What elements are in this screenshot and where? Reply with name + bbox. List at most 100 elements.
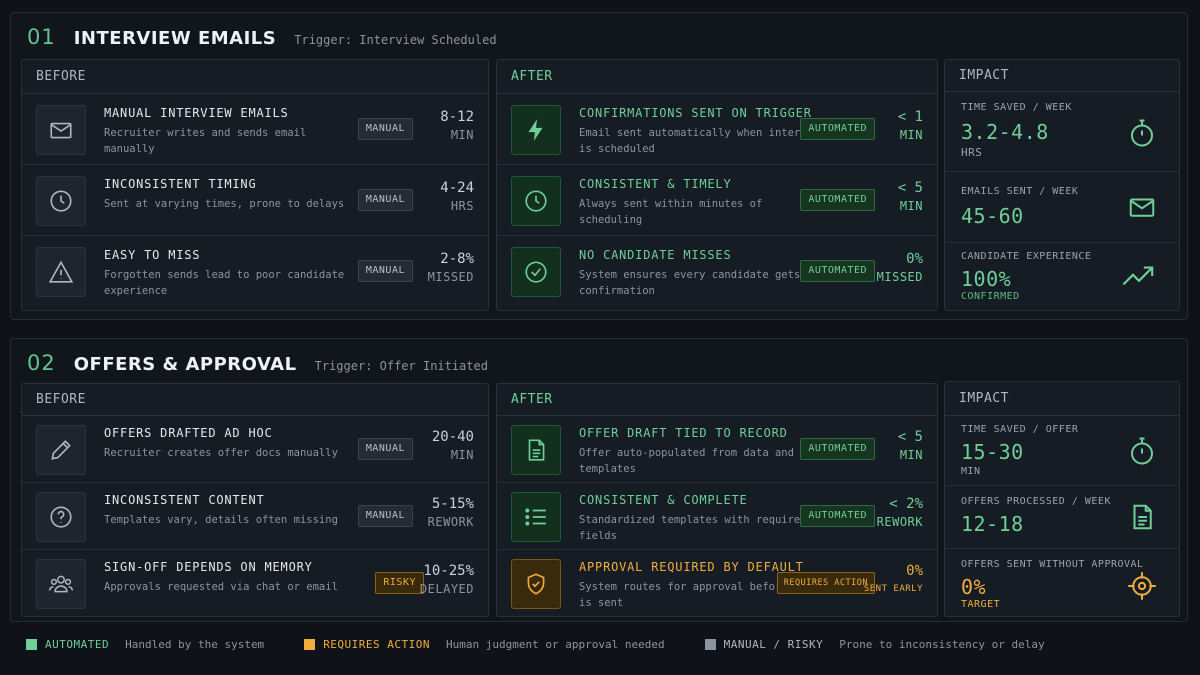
metric-unit: SENT EARLY [863,584,923,594]
stopwatch-icon [1131,437,1153,465]
impact-value: 45-60 [961,204,1024,228]
impact-panel: IMPACT TIME SAVED / WEEK 3.2-4.8 HRS EMA… [944,59,1180,311]
before-row: EASY TO MISS Forgotten sends lead to poor… [22,236,488,307]
after-row: OFFER DRAFT TIED TO RECORD Offer auto-pop… [497,416,937,483]
row-desc: Recruiter writes and sends email manuall… [104,127,307,155]
impact-label: OFFERS PROCESSED / WEEK [961,496,1111,507]
after-panel-title: AFTER [497,384,937,416]
metric-value: < 2% [889,496,923,512]
impact-row: OFFERS SENT WITHOUT APPROVAL 0% TARGET [945,549,1179,616]
metric-unit: MIN [450,128,474,142]
stopwatch-icon [1131,119,1153,147]
impact-label: OFFERS SENT WITHOUT APPROVAL [961,559,1144,570]
metric-unit: REWORK [427,515,474,529]
metric-value: 8-12 [440,109,474,125]
status-badge: MANUAL [357,118,413,140]
before-row: SIGN-OFF DEPENDS ON MEMORY Approvals requ… [22,550,488,617]
row-title: MANUAL INTERVIEW EMAILS [104,106,289,120]
row-desc: Always sent within minutes of scheduling [579,198,763,226]
impact-label: CANDIDATE EXPERIENCE [961,251,1092,262]
section-header: 01 INTERVIEW EMAILS Trigger: Interview S… [27,25,497,49]
section-title: OFFERS & APPROVAL [73,354,297,375]
status-badge: RISKY [375,572,424,594]
metric: < 5 MIN [898,428,923,464]
clock-icon [511,176,561,226]
list-icon [511,492,561,542]
impact-panel-title: IMPACT [945,382,1179,416]
target-icon [1128,572,1156,600]
metric: 10-25% DELAYED [420,562,474,598]
section-interview-emails: 01 INTERVIEW EMAILS Trigger: Interview S… [10,12,1188,320]
after-row: NO CANDIDATE MISSES System ensures every … [497,236,937,307]
impact-value: 12-18 [961,512,1024,536]
impact-unit: TARGET [961,599,1001,610]
metric-unit: MISSED [876,270,923,284]
metric-unit: MIN [450,448,474,462]
impact-panel-title: IMPACT [945,60,1179,92]
status-badge: REQUIRES ACTION [776,572,875,594]
row-desc: Sent at varying times, prone to delays [104,198,345,210]
impact-row: TIME SAVED / OFFER 15-30 MIN [945,416,1179,486]
metric-value: < 5 [897,180,923,196]
row-desc: Recruiter creates offer docs manually [104,447,338,459]
metric-value: 20-40 [431,429,474,445]
after-row: CONSISTENT & TIMELY Always sent within mi… [497,165,937,236]
metric-value: < 1 [897,109,923,125]
before-panel-title: BEFORE [22,60,488,94]
row-desc: Email sent automatically when interview … [579,127,826,155]
legend-name: AUTOMATED [45,637,110,651]
before-row: INCONSISTENT TIMING Sent at varying times… [22,165,488,236]
section-offers-approval: 02 OFFERS & APPROVAL Trigger: Offer Init… [10,338,1188,622]
impact-value: 0% [961,575,987,599]
status-badge: AUTOMATED [800,118,875,140]
status-badge: MANUAL [357,438,413,460]
impact-unit: MIN [961,466,981,477]
impact-unit: CONFIRMED [961,291,1020,302]
legend: AUTOMATED Handled by the system REQUIRES… [10,627,1188,661]
bolt-icon [511,105,561,155]
after-panel-title: AFTER [497,60,937,94]
after-row: CONSISTENT & COMPLETE Standardized templa… [497,483,937,550]
impact-unit: HRS [961,146,983,159]
status-badge: AUTOMATED [800,189,875,211]
metric-unit: HRS [450,199,474,213]
section-number: 01 [27,25,56,49]
metric-value: 4-24 [440,180,474,196]
metric-value: 10-25% [423,563,474,579]
before-row: INCONSISTENT CONTENT Templates vary, deta… [22,483,488,550]
legend-swatch-manual [704,638,716,650]
after-panel: AFTER OFFER DRAFT TIED TO RECORD Offer au… [496,383,938,617]
row-title: OFFERS DRAFTED AD HOC [104,426,273,440]
row-title: EASY TO MISS [104,248,201,262]
impact-label: EMAILS SENT / WEEK [961,186,1079,197]
impact-row: TIME SAVED / WEEK 3.2-4.8 HRS [945,92,1179,172]
legend-name: REQUIRES ACTION [323,637,431,651]
row-desc: Forgotten sends lead to poor candidate e… [104,269,345,297]
row-desc: System ensures every candidate gets a co… [579,269,813,297]
after-panel: AFTER CONFIRMATIONS SENT ON TRIGGER Email… [496,59,938,311]
metric-value: 2-8% [440,251,474,267]
row-title: INCONSISTENT TIMING [104,177,257,191]
mail-icon [36,105,86,155]
metric-unit: MIN [899,448,923,462]
row-desc: Approvals requested via chat or email [104,581,338,593]
section-number: 02 [27,351,56,375]
metric: 8-12 MIN [440,108,474,144]
status-badge: MANUAL [357,505,413,527]
before-row: MANUAL INTERVIEW EMAILS Recruiter writes … [22,94,488,165]
impact-row: EMAILS SENT / WEEK 45-60 [945,172,1179,243]
metric-unit: MIN [899,128,923,142]
before-panel-title: BEFORE [22,384,488,416]
before-row: OFFERS DRAFTED AD HOC Recruiter creates o… [22,416,488,483]
status-badge: AUTOMATED [800,260,875,282]
metric-value: < 5 [897,429,923,445]
metric: < 1 MIN [898,108,923,144]
impact-row: OFFERS PROCESSED / WEEK 12-18 [945,486,1179,549]
row-desc: Templates vary, details often missing [104,514,338,526]
metric-unit: MIN [899,199,923,213]
legend-name: MANUAL / RISKY [723,637,824,651]
status-badge: AUTOMATED [800,505,875,527]
impact-value: 15-30 [961,440,1024,464]
metric: 5-15% REWORK [428,495,474,531]
pencil-icon [36,425,86,475]
